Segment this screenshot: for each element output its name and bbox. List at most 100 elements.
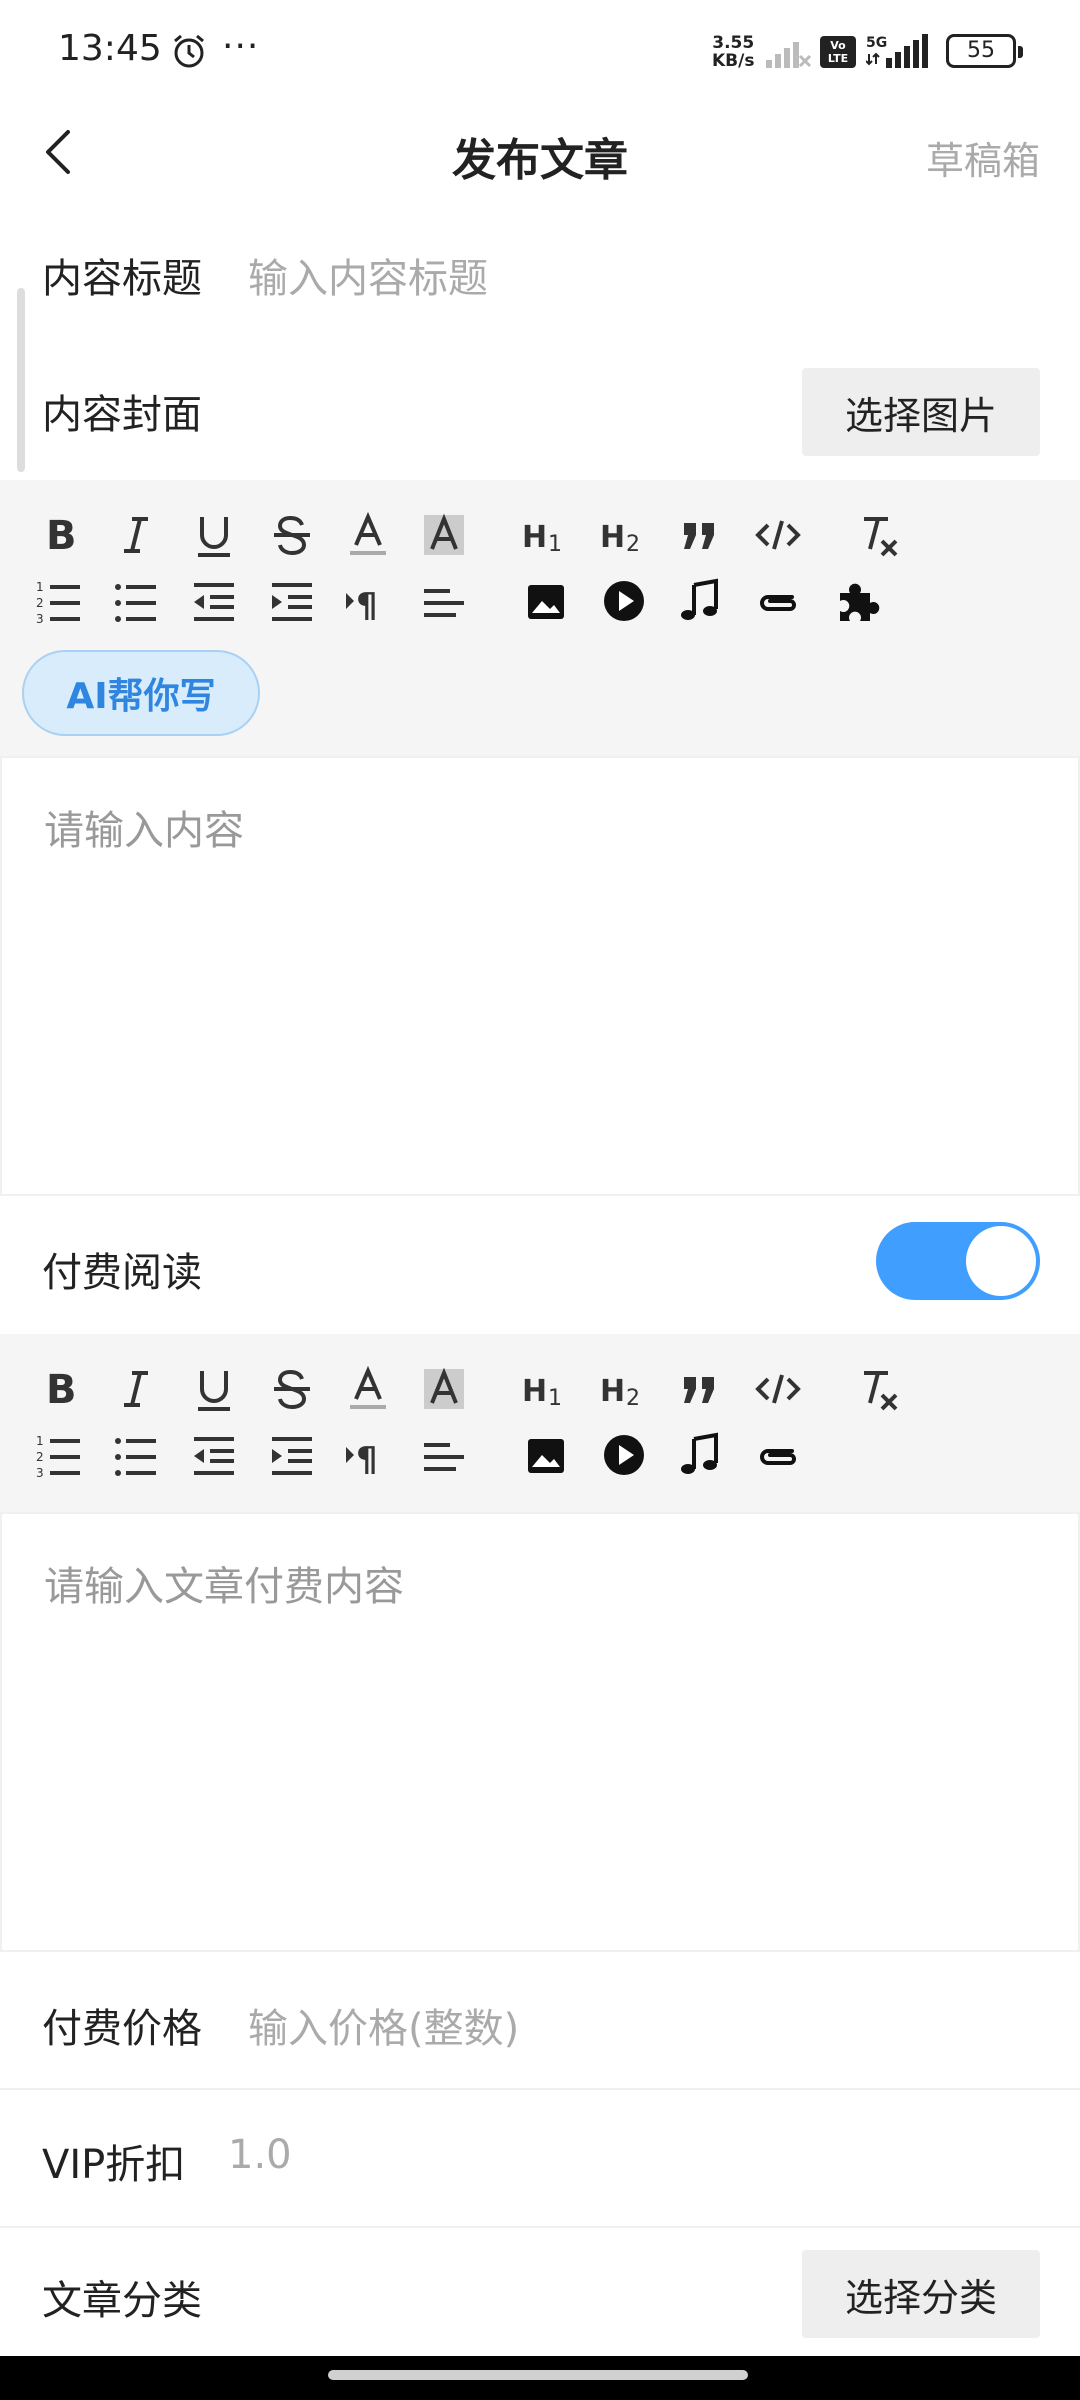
system-nav-bar [0,2356,1080,2400]
plugin-icon[interactable] [826,571,886,631]
title-row: 内容标题 输入内容标题 [0,204,1080,340]
bold-icon[interactable]: B [30,1359,90,1419]
highlight-icon[interactable] [414,1359,474,1419]
title-input[interactable]: 输入内容标题 [248,246,488,304]
heading1-icon[interactable]: H1 [514,505,574,565]
clear-format-icon[interactable] [848,505,908,565]
paid-content-placeholder: 请输入文章付费内容 [44,1564,404,1610]
price-label: 付费价格 [42,2006,202,2052]
outdent-icon[interactable] [184,1425,244,1485]
ordered-list-icon[interactable]: 1 2 3 [30,1425,90,1485]
attachment-icon[interactable] [748,1425,808,1485]
content-editor[interactable]: 请输入内容 [0,756,1080,1196]
svg-text:1: 1 [548,1386,562,1411]
paid-reading-label: 付费阅读 [42,1250,202,1296]
svg-text:H: H [600,1374,625,1409]
select-category-button[interactable]: 选择分类 [802,2250,1040,2338]
volte-icon: Vo LTE [820,36,856,68]
svg-text:3: 3 [36,612,44,625]
outdent-icon[interactable] [184,571,244,631]
svg-text:3: 3 [36,1466,44,1479]
cover-row: 内容封面 选择图片 [0,340,1080,480]
app-header: 发布文章 草稿箱 [0,100,1080,204]
bullet-list-icon[interactable] [106,1425,166,1485]
audio-icon[interactable] [670,571,730,631]
vip-discount-label: VIP折扣 [42,2142,186,2188]
quote-icon[interactable] [670,505,730,565]
title-label: 内容标题 [42,256,202,302]
attachment-icon[interactable] [748,571,808,631]
network-type: 5G [866,35,887,51]
drafts-button[interactable]: 草稿箱 [926,130,1040,185]
font-color-icon[interactable] [338,1359,398,1419]
price-input[interactable]: 输入价格(整数) [248,1996,519,2054]
svg-text:H: H [600,520,625,555]
indent-icon[interactable] [262,1425,322,1485]
publish-article-page: 13:45 ··· 3.55 KB/s Vo LTE 5G 55 发布文章 草稿… [0,0,1080,2400]
indent-icon[interactable] [262,571,322,631]
network-speed: 3.55 KB/s [712,34,754,70]
content-placeholder: 请输入内容 [44,808,244,854]
status-more-icon: ··· [222,26,260,67]
clear-format-icon[interactable] [848,1359,908,1419]
image-icon[interactable] [516,1425,576,1485]
highlight-icon[interactable] [414,505,474,565]
svg-text:1: 1 [36,1434,44,1448]
volte-bottom: LTE [827,52,849,65]
paid-reading-toggle[interactable] [876,1222,1040,1300]
paragraph-direction-icon[interactable]: ¶ [338,571,398,631]
vip-discount-input[interactable]: 1.0 [228,2132,292,2178]
italic-icon[interactable] [106,505,166,565]
battery-indicator: 55 [946,34,1023,68]
svg-text:2: 2 [36,1450,44,1464]
strikethrough-icon[interactable] [262,1359,322,1419]
paid-reading-row: 付费阅读 [0,1196,1080,1334]
font-color-icon[interactable] [338,505,398,565]
signal-off-icon [766,42,812,68]
page-title: 发布文章 [452,135,628,186]
bullet-list-icon[interactable] [106,571,166,631]
italic-icon[interactable] [106,1359,166,1419]
svg-text:B: B [46,1367,77,1413]
align-left-icon[interactable] [414,1425,474,1485]
volte-top: Vo [830,39,846,52]
strikethrough-icon[interactable] [262,505,322,565]
select-image-button[interactable]: 选择图片 [802,368,1040,456]
code-icon[interactable] [748,505,808,565]
heading1-icon[interactable]: H1 [514,1359,574,1419]
editor-toolbar: B H1 H2 123 ¶ AI帮你写 [0,480,1080,756]
status-bar: 13:45 ··· 3.55 KB/s Vo LTE 5G 55 [0,0,1080,100]
category-row: 文章分类 选择分类 [0,2228,1080,2356]
quote-icon[interactable] [670,1359,730,1419]
svg-text:H: H [522,1374,547,1409]
speed-value: 3.55 [712,33,755,53]
bold-icon[interactable]: B [30,505,90,565]
video-icon[interactable] [594,1425,654,1485]
svg-text:2: 2 [36,596,44,610]
paid-editor-toolbar: B H1 H2 123 ¶ [0,1334,1080,1512]
toggle-knob [966,1226,1036,1296]
underline-icon[interactable] [184,505,244,565]
audio-icon[interactable] [670,1425,730,1485]
underline-icon[interactable] [184,1359,244,1419]
svg-text:2: 2 [626,1386,640,1411]
ai-write-button[interactable]: AI帮你写 [22,650,260,736]
svg-text:1: 1 [36,580,44,594]
vip-discount-row: VIP折扣 1.0 [0,2090,1080,2226]
video-icon[interactable] [594,571,654,631]
heading2-icon[interactable]: H2 [592,505,652,565]
heading2-icon[interactable]: H2 [592,1359,652,1419]
paid-content-editor[interactable]: 请输入文章付费内容 [0,1512,1080,1952]
svg-text:2: 2 [626,532,640,557]
ordered-list-icon[interactable]: 1 2 3 [30,571,90,631]
home-gesture-handle[interactable] [328,2370,748,2380]
speed-unit: KB/s [712,51,755,71]
svg-text:B: B [46,513,77,559]
align-left-icon[interactable] [414,571,474,631]
alarm-icon [174,34,204,68]
image-icon[interactable] [516,571,576,631]
status-time: 13:45 [58,28,162,69]
code-icon[interactable] [748,1359,808,1419]
paragraph-direction-icon[interactable]: ¶ [338,1425,398,1485]
cover-label: 内容封面 [42,392,202,438]
